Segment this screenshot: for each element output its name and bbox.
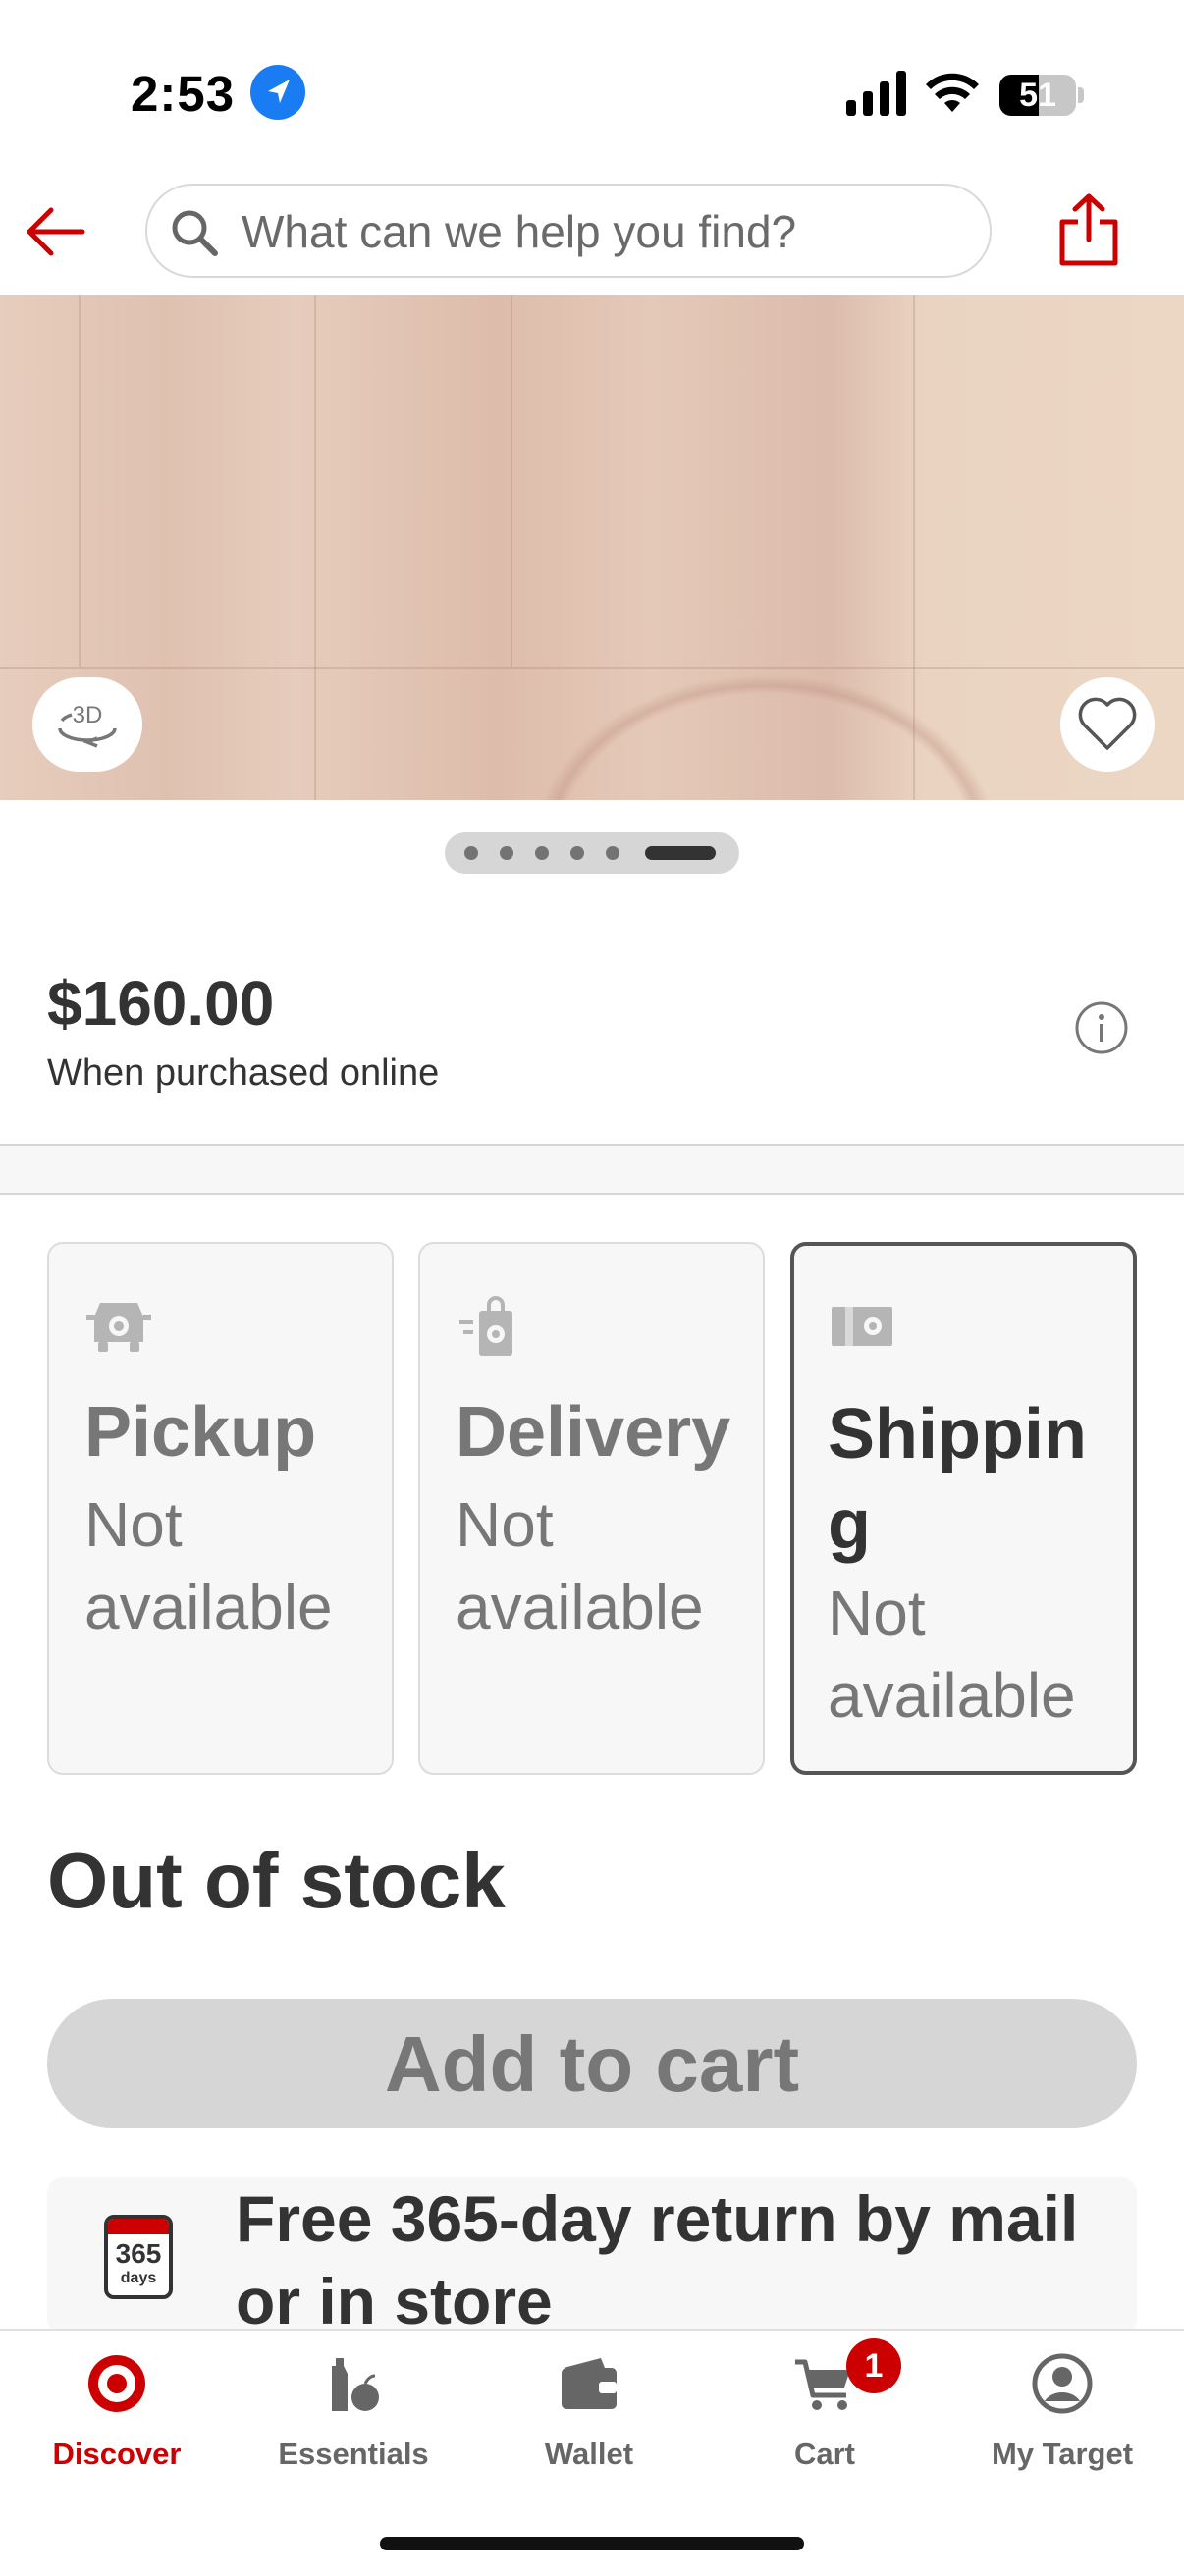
add-to-cart-button[interactable]: Add to cart bbox=[47, 1999, 1137, 2128]
fulfillment-option-shipping[interactable]: Shipping Not available bbox=[790, 1242, 1137, 1775]
tab-label: Wallet bbox=[544, 2437, 634, 2471]
carousel-dot[interactable] bbox=[606, 846, 619, 860]
shipping-box-icon bbox=[832, 1307, 892, 1346]
stock-status: Out of stock bbox=[47, 1837, 506, 1924]
cart-count-badge: 1 bbox=[846, 2338, 901, 2393]
wifi-icon bbox=[926, 73, 979, 112]
view-3d-button[interactable]: 3D bbox=[32, 677, 142, 772]
tab-label: Discover bbox=[52, 2437, 182, 2471]
image-carousel-indicator[interactable] bbox=[445, 832, 739, 874]
location-arrow-icon bbox=[250, 65, 305, 120]
calendar-365-icon: 365 days bbox=[104, 2215, 173, 2299]
add-to-cart-label: Add to cart bbox=[384, 2020, 800, 2108]
tab-wallet[interactable]: Wallet bbox=[471, 2344, 707, 2482]
carousel-dot-active[interactable] bbox=[645, 846, 716, 860]
fulfillment-status: Not available bbox=[828, 1578, 1076, 1731]
favorite-button[interactable] bbox=[1060, 677, 1155, 772]
fulfillment-title: Pickup bbox=[84, 1393, 317, 1472]
3d-rotate-icon: 3D bbox=[58, 702, 117, 748]
carousel-dot[interactable] bbox=[500, 846, 513, 860]
wallet-icon bbox=[562, 2358, 617, 2409]
returns-text: Free 365-day return by mail or in store bbox=[236, 2182, 1079, 2334]
home-indicator[interactable] bbox=[380, 2537, 804, 2550]
share-icon[interactable] bbox=[1056, 192, 1121, 267]
tab-label: Essentials bbox=[278, 2437, 429, 2471]
tab-essentials[interactable]: Essentials bbox=[236, 2344, 471, 2482]
status-bar: 2:53 51 bbox=[0, 0, 1184, 177]
tab-cart[interactable]: Cart bbox=[707, 2344, 942, 2482]
product-price: $160.00 bbox=[47, 968, 275, 1039]
battery-level: 51 bbox=[1019, 77, 1056, 114]
carousel-dot[interactable] bbox=[570, 846, 584, 860]
info-icon[interactable] bbox=[1074, 1000, 1129, 1055]
status-time: 2:53 bbox=[131, 66, 236, 122]
tab-my-target[interactable]: My Target bbox=[944, 2344, 1180, 2482]
cellular-signal-icon bbox=[846, 71, 906, 116]
fulfillment-status: Not available bbox=[456, 1489, 704, 1642]
tab-discover[interactable]: Discover bbox=[0, 2344, 235, 2482]
fulfillment-title: Shipping bbox=[828, 1395, 1087, 1564]
search-input[interactable] bbox=[240, 201, 970, 262]
target-bullseye-icon bbox=[88, 2355, 145, 2412]
battery-icon: 51 bbox=[999, 75, 1076, 116]
product-image[interactable] bbox=[0, 295, 1184, 800]
fulfillment-option-pickup[interactable]: Pickup Not available bbox=[47, 1242, 394, 1775]
fulfillment-title: Delivery bbox=[456, 1393, 731, 1472]
fulfillment-option-delivery[interactable]: Delivery Not available bbox=[418, 1242, 765, 1775]
calendar-number: 365 bbox=[115, 2238, 162, 2269]
account-icon bbox=[1032, 2353, 1093, 2414]
tab-label: My Target bbox=[991, 2437, 1134, 2471]
svg-text:3D: 3D bbox=[73, 702, 103, 728]
carousel-dot[interactable] bbox=[535, 846, 549, 860]
essentials-icon bbox=[332, 2358, 379, 2411]
tab-label: Cart bbox=[793, 2437, 855, 2471]
price-note: When purchased online bbox=[47, 1052, 440, 1094]
fulfillment-status: Not available bbox=[84, 1489, 333, 1642]
carousel-dot[interactable] bbox=[464, 846, 478, 860]
heart-icon bbox=[1078, 697, 1137, 750]
search-icon bbox=[172, 210, 218, 256]
returns-policy-banner[interactable]: 365 days Free 365-day return by mail or … bbox=[47, 2177, 1137, 2334]
delivery-bag-icon bbox=[459, 1296, 512, 1356]
search-bar[interactable] bbox=[145, 184, 992, 278]
calendar-unit: days bbox=[120, 2270, 157, 2286]
back-arrow-icon[interactable] bbox=[22, 196, 92, 267]
pickup-car-icon bbox=[86, 1303, 151, 1352]
section-divider bbox=[0, 1144, 1184, 1195]
